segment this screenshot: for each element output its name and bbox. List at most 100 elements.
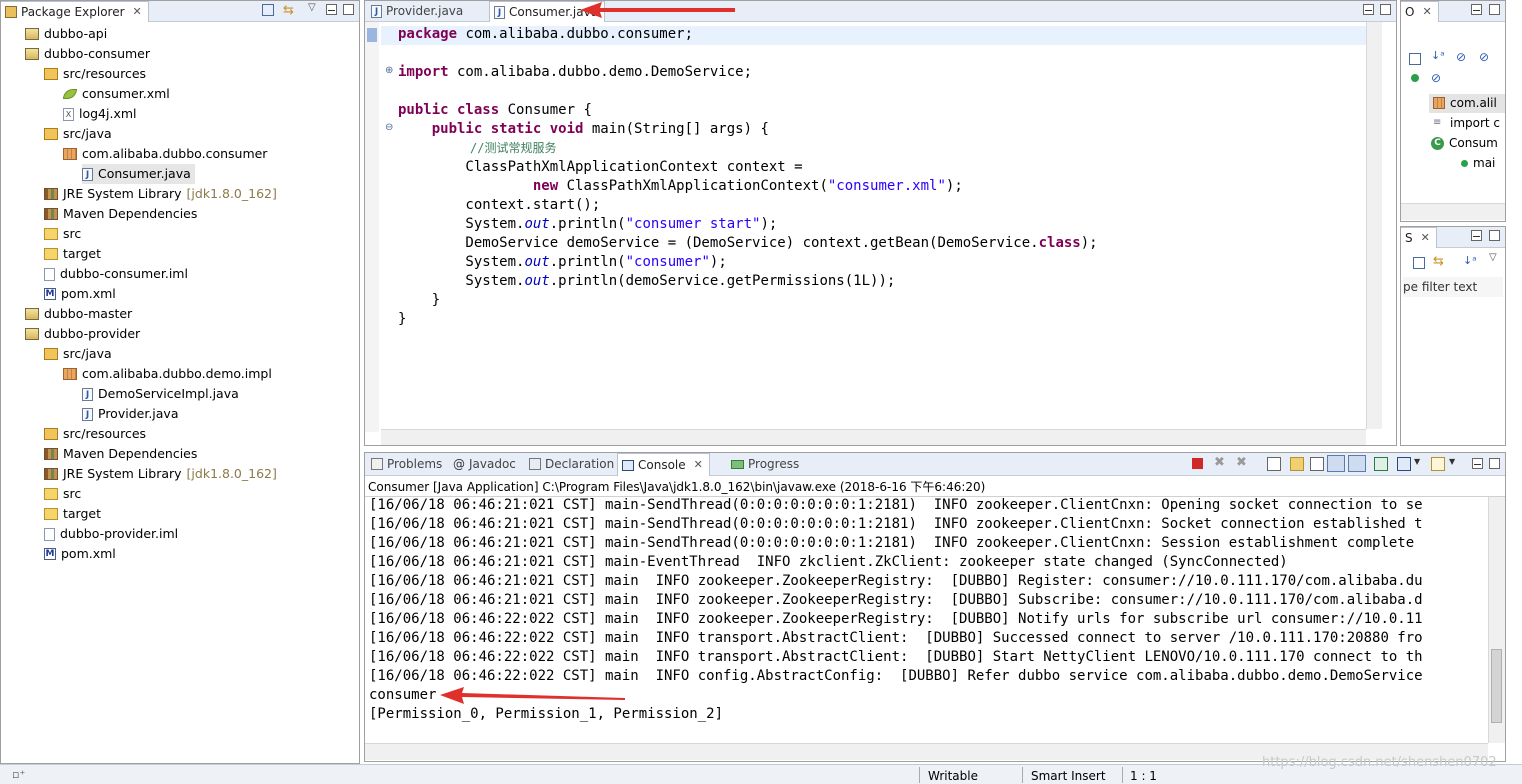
minimize-icon[interactable]: [1363, 4, 1374, 15]
open-console-dropdown-icon[interactable]: ▼: [1449, 457, 1455, 466]
tree-item[interactable]: Maven Dependencies: [44, 204, 197, 224]
remove-all-terminated-icon[interactable]: ✖: [1236, 455, 1250, 470]
outline-horizontal-scrollbar[interactable]: [1401, 203, 1505, 220]
tree-item[interactable]: dubbo-consumer: [25, 44, 150, 64]
tree-item[interactable]: src: [44, 484, 81, 504]
display-console-icon[interactable]: [1397, 457, 1411, 471]
tab-outline[interactable]: O ✕: [1401, 1, 1439, 22]
scroll-lock-icon[interactable]: [1290, 457, 1304, 471]
tree-item[interactable]: dubbo-consumer.iml: [44, 264, 188, 284]
collapse-all-icon[interactable]: [1413, 257, 1425, 269]
maximize-icon[interactable]: [1380, 4, 1391, 15]
maximize-icon[interactable]: [1489, 458, 1500, 469]
hide-static-icon[interactable]: ⊘: [1479, 50, 1489, 64]
outline-item-class[interactable]: C Consum: [1431, 133, 1498, 153]
tree-item[interactable]: dubbo-provider.iml: [44, 524, 178, 544]
tree-item[interactable]: src/resources: [44, 424, 146, 444]
tree-item[interactable]: J DemoServiceImpl.java: [82, 384, 239, 404]
minimize-icon[interactable]: [326, 4, 337, 15]
pin-console-icon[interactable]: [1374, 457, 1388, 471]
collapse-method-icon[interactable]: ⊖: [385, 122, 393, 133]
outline-item-imports[interactable]: ≡ import c: [1433, 113, 1500, 133]
folder-icon: [44, 248, 58, 260]
tree-item-label: Consumer.java: [98, 166, 191, 181]
console-scroll-thumb[interactable]: [1491, 649, 1502, 723]
maximize-icon[interactable]: [343, 4, 354, 15]
outline-title: O: [1405, 5, 1415, 19]
tree-item[interactable]: dubbo-api: [25, 24, 107, 44]
tree-item[interactable]: com.alibaba.dubbo.demo.impl: [63, 364, 272, 384]
hide-nonpublic-icon[interactable]: [1411, 74, 1419, 82]
tree-item[interactable]: com.alibaba.dubbo.consumer: [63, 144, 267, 164]
tree-item[interactable]: JRE System Library [jdk1.8.0_162]: [44, 184, 277, 204]
outline-item-method[interactable]: mai: [1461, 153, 1495, 173]
package-explorer-icon: [5, 6, 17, 18]
outline-item-package[interactable]: com.alil: [1433, 93, 1497, 113]
package-explorer-tabbar: Package Explorer ✕ ⇆ ▽: [1, 1, 359, 22]
tab-progress[interactable]: Progress: [727, 453, 805, 475]
maximize-icon[interactable]: [1489, 230, 1500, 241]
editor-horizontal-scrollbar[interactable]: [381, 429, 1366, 445]
link-icon[interactable]: ⇆: [1433, 254, 1444, 269]
tree-item-label: dubbo-provider: [44, 326, 141, 341]
editor-vertical-scrollbar[interactable]: [1366, 22, 1382, 429]
tab-package-explorer[interactable]: Package Explorer ✕: [1, 1, 149, 22]
tree-item[interactable]: target: [44, 244, 101, 264]
minimize-icon[interactable]: [1471, 4, 1482, 15]
minimize-icon[interactable]: [1472, 458, 1483, 469]
link-with-editor-icon[interactable]: ⇆: [283, 3, 294, 18]
sort-icon[interactable]: ↓ᵃ: [1463, 254, 1477, 267]
tree-item[interactable]: src: [44, 224, 81, 244]
tree-item[interactable]: dubbo-master: [25, 304, 132, 324]
hide-local-types-icon[interactable]: ⊘: [1431, 71, 1441, 85]
tree-item[interactable]: consumer.xml: [63, 84, 170, 104]
tab-javadoc[interactable]: @ Javadoc: [449, 453, 522, 475]
show-on-stderr-icon[interactable]: [1348, 455, 1366, 472]
tab-secondary-view[interactable]: S ✕: [1401, 227, 1437, 248]
expand-import-icon[interactable]: ⊕: [385, 65, 393, 76]
open-console-icon[interactable]: [1431, 457, 1445, 471]
tab-problems[interactable]: Problems: [367, 453, 448, 475]
maximize-icon[interactable]: [1489, 4, 1500, 15]
close-icon[interactable]: ✕: [133, 2, 142, 22]
tree-item[interactable]: Xlog4j.xml: [63, 104, 137, 124]
tree-item[interactable]: J Provider.java: [82, 404, 178, 424]
console-vertical-scrollbar[interactable]: [1488, 497, 1505, 743]
close-icon[interactable]: ✕: [694, 454, 703, 476]
close-icon[interactable]: ✕: [1422, 2, 1431, 22]
filter-input[interactable]: pe filter text: [1403, 277, 1503, 297]
word-wrap-icon[interactable]: [1310, 457, 1324, 471]
collapse-all-icon[interactable]: [262, 4, 274, 16]
view-menu-icon[interactable]: ▽: [1489, 252, 1497, 263]
tree-item[interactable]: J Consumer.java: [82, 164, 195, 184]
show-on-stdout-icon[interactable]: [1327, 455, 1345, 472]
tree-item[interactable]: Maven Dependencies: [44, 444, 197, 464]
status-divider: [919, 767, 920, 783]
terminate-icon[interactable]: [1192, 458, 1203, 469]
javadoc-icon: @: [453, 457, 465, 471]
tree-item[interactable]: target: [44, 504, 101, 524]
tree-item[interactable]: src/java: [44, 344, 112, 364]
minimize-icon[interactable]: [1471, 230, 1482, 241]
tree-item[interactable]: src/resources: [44, 64, 146, 84]
sort-icon[interactable]: ↓ᵃ: [1431, 49, 1445, 62]
tree-item[interactable]: Mpom.xml: [44, 544, 116, 564]
clear-console-icon[interactable]: [1267, 457, 1281, 471]
hide-fields-icon[interactable]: ⊘: [1456, 50, 1466, 64]
tree-item[interactable]: src/java: [44, 124, 112, 144]
tab-console[interactable]: Console ✕: [617, 453, 710, 476]
line-marker: [367, 28, 377, 42]
tree-item[interactable]: Mpom.xml: [44, 284, 116, 304]
display-console-dropdown-icon[interactable]: ▼: [1414, 457, 1420, 466]
fast-view-icon[interactable]: ▫⁺: [12, 768, 25, 781]
remove-launch-icon[interactable]: ✖: [1214, 455, 1228, 470]
tab-declaration[interactable]: Declaration: [525, 453, 620, 475]
tree-item[interactable]: JRE System Library [jdk1.8.0_162]: [44, 464, 277, 484]
close-icon[interactable]: ✕: [1421, 228, 1430, 248]
tree-item[interactable]: dubbo-provider: [25, 324, 140, 344]
collapse-all-icon[interactable]: [1409, 53, 1421, 65]
spring-xml-icon: [63, 89, 77, 99]
tab-provider-java[interactable]: J Provider.java: [367, 1, 469, 21]
view-menu-icon[interactable]: ▽: [308, 2, 316, 13]
tree-item-decoration: [jdk1.8.0_162]: [186, 186, 277, 201]
